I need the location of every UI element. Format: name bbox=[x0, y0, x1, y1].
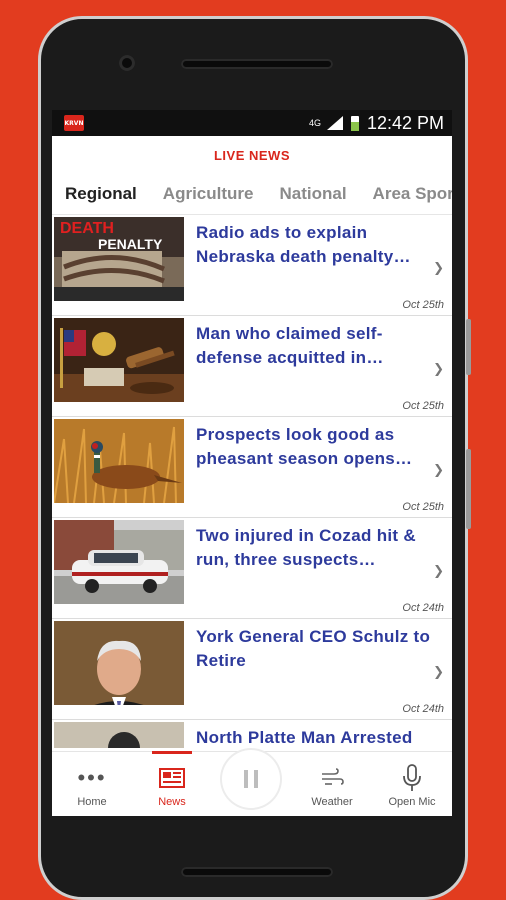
more-dots-icon: ••• bbox=[77, 765, 107, 790]
nav-weather-label: Weather bbox=[311, 796, 353, 808]
camera-icon bbox=[119, 55, 135, 71]
news-headline[interactable]: Prospects look good as pheasant season o… bbox=[196, 423, 432, 471]
play-pause-button[interactable] bbox=[222, 750, 280, 808]
news-date: Oct 25th bbox=[402, 501, 444, 513]
portrait-thumbnail bbox=[54, 621, 184, 705]
nav-home-label: Home bbox=[77, 796, 107, 808]
chevron-right-icon[interactable]: ❯ bbox=[433, 665, 444, 680]
wind-icon bbox=[320, 766, 344, 790]
power-button bbox=[466, 449, 471, 529]
news-headline[interactable]: York General CEO Schulz to Retire bbox=[196, 625, 432, 673]
nav-open-mic[interactable]: Open Mic bbox=[372, 752, 452, 816]
gavel-thumbnail bbox=[54, 318, 184, 402]
tab-agriculture[interactable]: Agriculture bbox=[150, 184, 267, 204]
nav-news[interactable]: News bbox=[132, 751, 212, 816]
tab-regional[interactable]: Regional bbox=[52, 184, 150, 204]
news-headline[interactable]: Two injured in Cozad hit & run, three su… bbox=[196, 524, 432, 572]
chevron-right-icon[interactable]: ❯ bbox=[433, 463, 444, 478]
news-item[interactable]: Prospects look good as pheasant season o… bbox=[52, 417, 452, 518]
news-date: Oct 25th bbox=[402, 400, 444, 412]
active-indicator bbox=[152, 751, 192, 754]
newspaper-icon bbox=[159, 766, 185, 790]
death-penalty-thumbnail: DEATH PENALTY bbox=[54, 217, 184, 301]
partial-thumbnail bbox=[54, 722, 184, 748]
news-headline[interactable]: Radio ads to explain Nebraska death pena… bbox=[196, 221, 432, 269]
news-date: Oct 24th bbox=[402, 703, 444, 715]
news-date: Oct 25th bbox=[402, 299, 444, 311]
police-car-thumbnail bbox=[54, 520, 184, 604]
tab-national[interactable]: National bbox=[266, 184, 359, 204]
chevron-right-icon[interactable]: ❯ bbox=[433, 564, 444, 579]
news-item[interactable]: North Platte Man Arrested bbox=[52, 720, 452, 748]
earpiece-speaker bbox=[181, 59, 333, 69]
pause-icon bbox=[244, 770, 258, 788]
news-item[interactable]: Man who claimed self-defense acquitted i… bbox=[52, 316, 452, 417]
app-screen: KRVN 4G 12:42 PM LIVE NEWS Regional Agri… bbox=[52, 110, 452, 816]
nav-open-mic-label: Open Mic bbox=[388, 796, 436, 808]
news-list: DEATH PENALTY Radio ads to explain Nebra… bbox=[52, 215, 452, 748]
news-item[interactable]: York General CEO Schulz to Retire ❯ Oct … bbox=[52, 619, 452, 720]
clock: 12:42 PM bbox=[366, 112, 444, 133]
news-item[interactable]: DEATH PENALTY Radio ads to explain Nebra… bbox=[52, 215, 452, 316]
news-headline[interactable]: North Platte Man Arrested bbox=[196, 726, 432, 750]
bottom-speaker bbox=[181, 867, 333, 877]
chevron-right-icon[interactable]: ❯ bbox=[433, 362, 444, 377]
bottom-navigation: ••• Home News Weather Open Mic bbox=[52, 750, 452, 816]
nav-weather[interactable]: Weather bbox=[292, 752, 372, 816]
news-date: Oct 24th bbox=[402, 602, 444, 614]
signal-icon bbox=[326, 116, 343, 130]
app-notification-icon: KRVN bbox=[64, 115, 84, 131]
microphone-icon bbox=[402, 764, 422, 791]
nav-news-label: News bbox=[158, 796, 186, 808]
tab-area-sports[interactable]: Area Sports bbox=[360, 184, 452, 204]
news-headline[interactable]: Man who claimed self-defense acquitted i… bbox=[196, 322, 432, 370]
page-title: LIVE NEWS bbox=[213, 147, 290, 163]
chevron-right-icon[interactable]: ❯ bbox=[433, 261, 444, 276]
volume-button bbox=[466, 319, 471, 375]
status-bar: KRVN 4G 12:42 PM bbox=[52, 110, 452, 136]
penalty-text: PENALTY bbox=[98, 236, 163, 252]
nav-home[interactable]: ••• Home bbox=[52, 752, 132, 816]
network-type: 4G bbox=[308, 117, 321, 128]
pheasant-thumbnail bbox=[54, 419, 184, 503]
news-item[interactable]: Two injured in Cozad hit & run, three su… bbox=[52, 518, 452, 619]
battery-icon bbox=[350, 115, 359, 131]
category-tabs: Regional Agriculture National Area Sport… bbox=[52, 174, 452, 215]
death-text: DEATH bbox=[60, 220, 114, 237]
